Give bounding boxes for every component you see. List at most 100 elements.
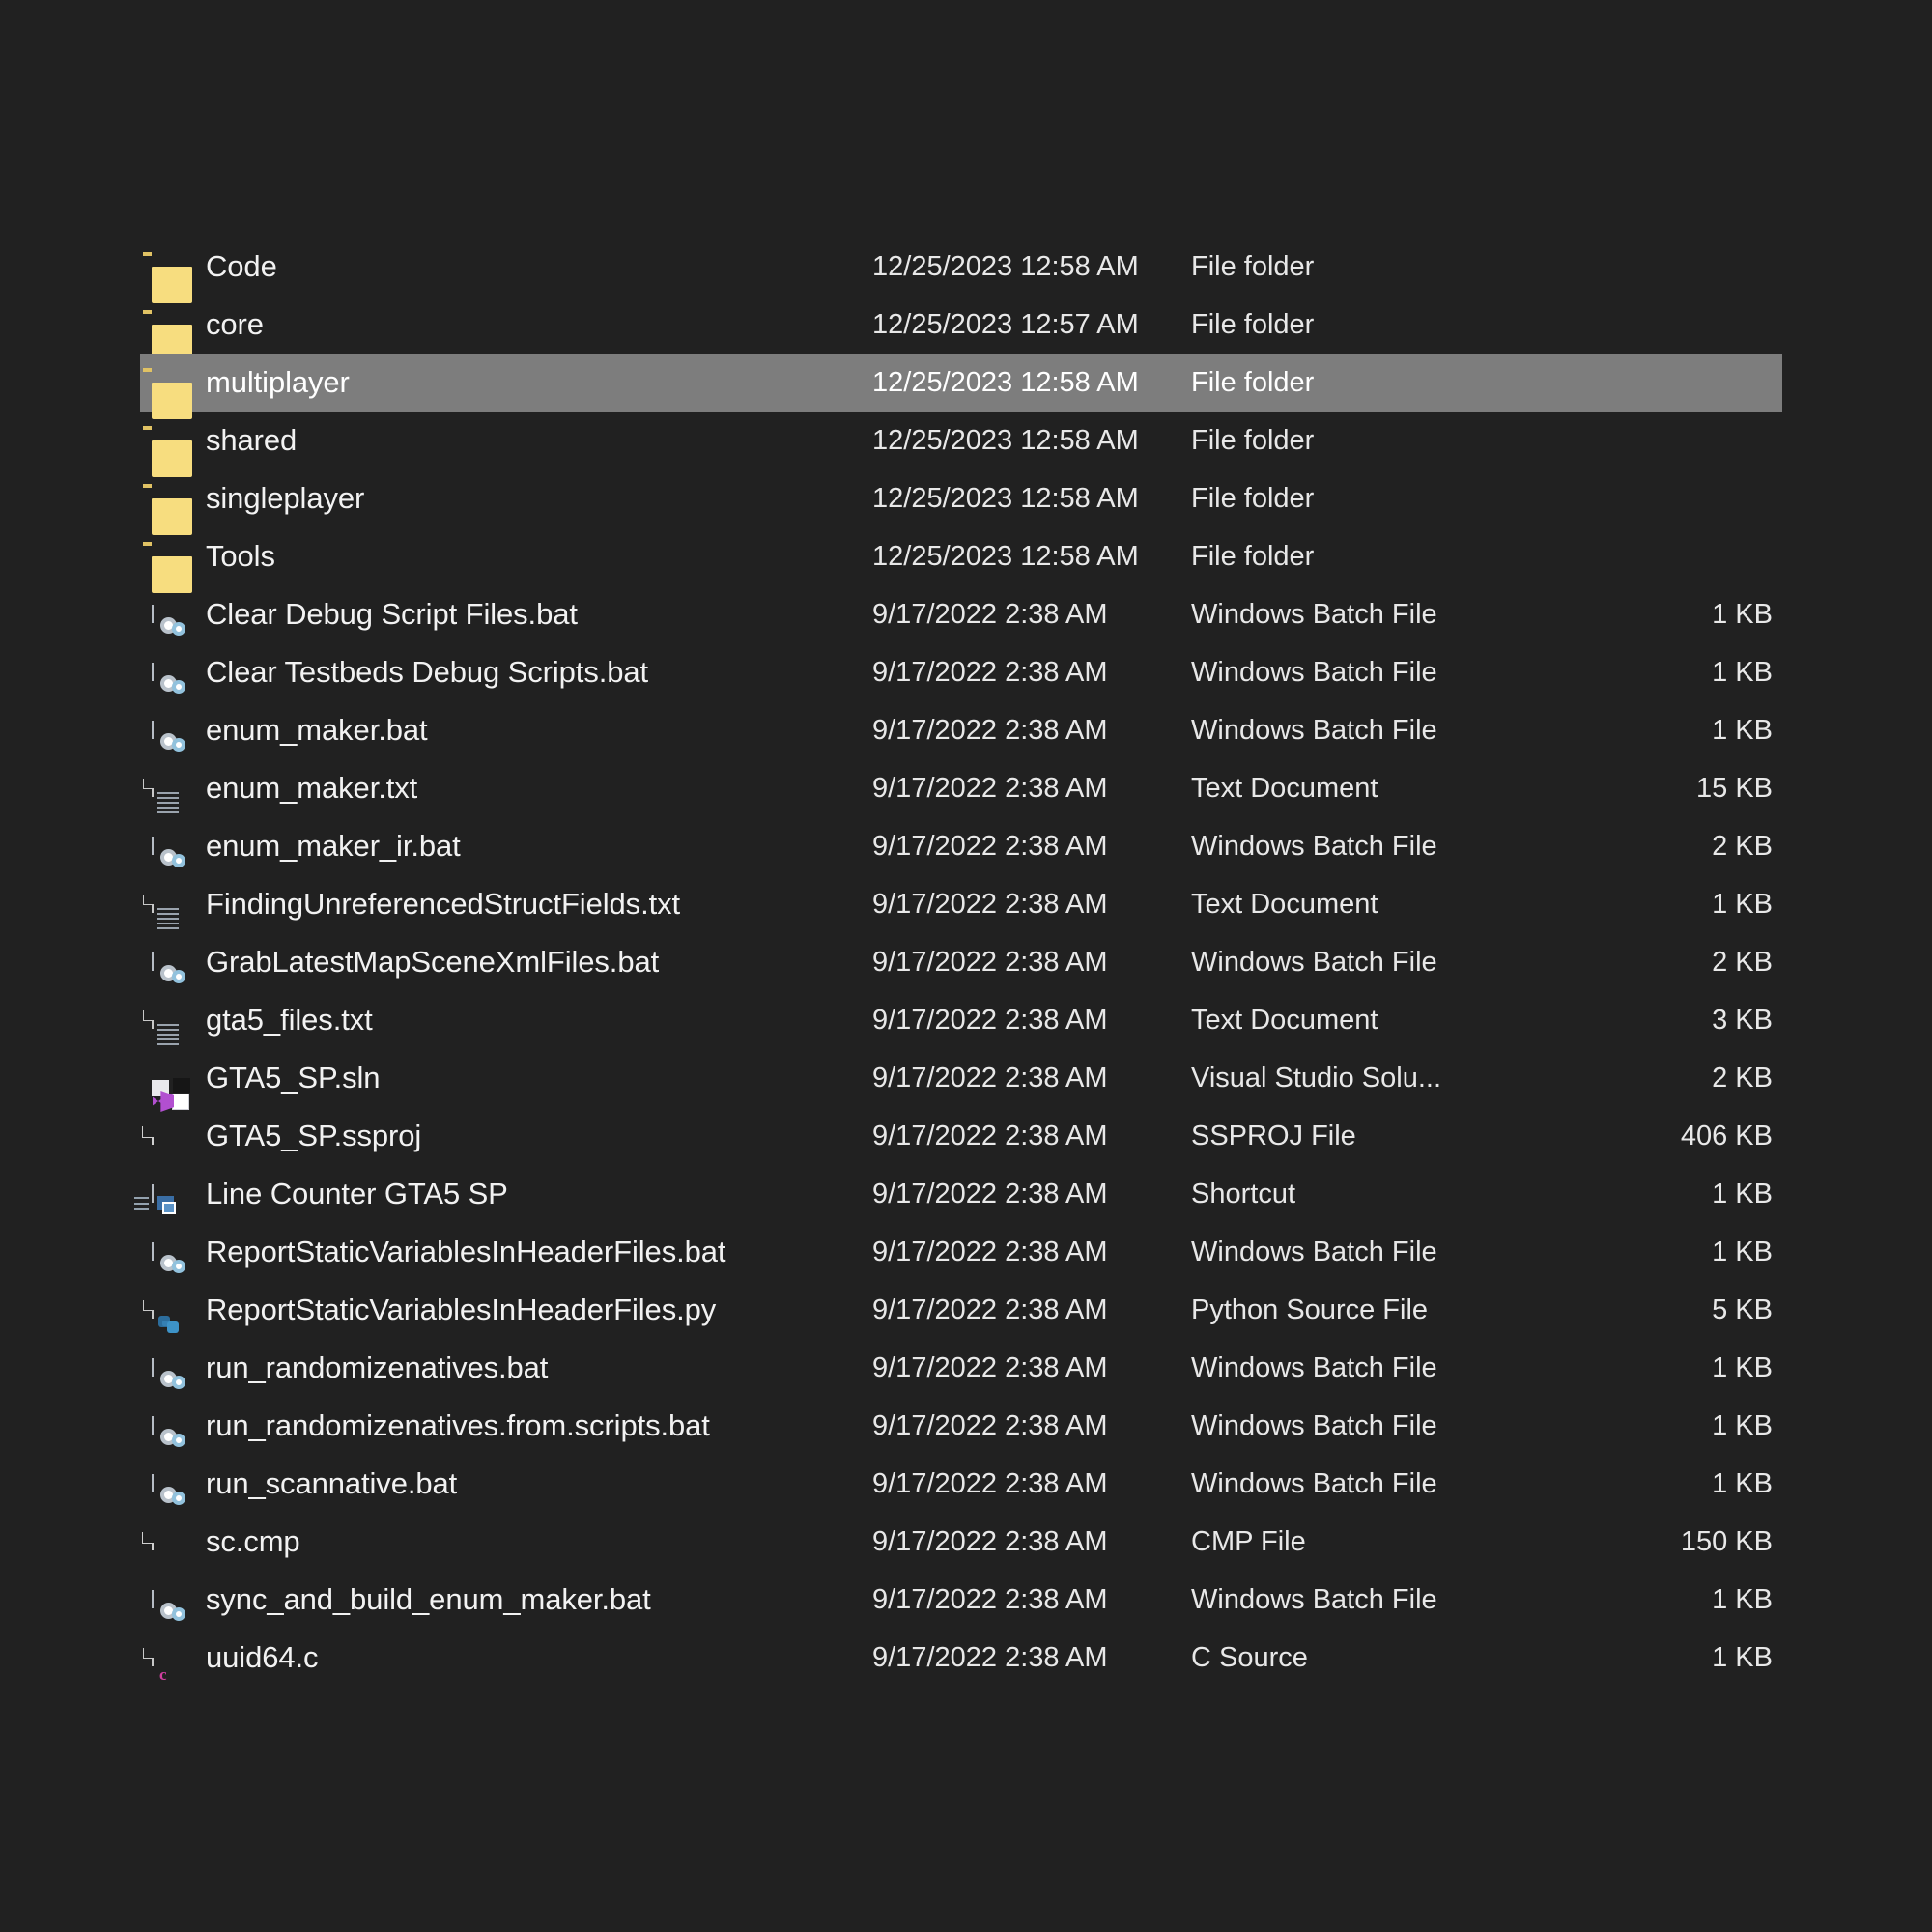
file-name[interactable]: gta5_files.txt (206, 1002, 872, 1038)
file-date-modified: 9/17/2022 2:38 AM (872, 947, 1108, 978)
file-row[interactable]: FindingUnreferencedStructFields.txt 9/17/… (140, 875, 1782, 933)
file-row[interactable]: GrabLatestMapSceneXmlFiles.bat 9/17/2022 … (140, 933, 1782, 991)
file-icon-cell: c (143, 1635, 206, 1683)
file-date-modified: 12/25/2023 12:58 AM (872, 251, 1139, 282)
file-row[interactable]: sync_and_build_enum_maker.bat 9/17/2022 2… (140, 1571, 1782, 1629)
file-name[interactable]: uuid64.c (206, 1639, 872, 1676)
file-type: Text Document (1191, 1005, 1378, 1036)
file-date-modified: 9/17/2022 2:38 AM (872, 1468, 1108, 1499)
file-name[interactable]: sc.cmp (206, 1523, 872, 1560)
file-row[interactable]: GTA5_SP.sln 9/17/2022 2:38 AM Visual Studi… (140, 1049, 1782, 1112)
file-date-modified: 9/17/2022 2:38 AM (872, 1179, 1108, 1209)
file-row[interactable]: enum_maker.txt 9/17/2022 2:38 AM Text Docu… (140, 759, 1782, 817)
file-icon-cell (143, 418, 206, 477)
file-size: 1 KB (1712, 1236, 1773, 1267)
file-type: Windows Batch File (1191, 599, 1437, 630)
file-name[interactable]: Tools (206, 538, 872, 575)
file-date-modified: 9/17/2022 2:38 AM (872, 1294, 1108, 1325)
file-name[interactable]: Line Counter GTA5 SP (206, 1176, 872, 1212)
file-name[interactable]: FindingUnreferencedStructFields.txt (206, 886, 872, 923)
file-size: 1 KB (1712, 1352, 1773, 1383)
file-name[interactable]: singleplayer (206, 480, 872, 517)
file-row[interactable]: Code 12/25/2023 12:58 AM File folder (140, 238, 1782, 303)
file-row[interactable]: Tools 12/25/2023 12:58 AM File folder (140, 527, 1782, 593)
file-type: Windows Batch File (1191, 1352, 1437, 1383)
file-name[interactable]: run_randomizenatives.bat (206, 1350, 872, 1386)
file-type: Text Document (1191, 773, 1378, 804)
file-type: Visual Studio Solu... (1191, 1063, 1442, 1094)
file-type: File folder (1191, 425, 1315, 456)
file-date-modified: 12/25/2023 12:58 AM (872, 541, 1139, 572)
c-source-file-icon: c (143, 1648, 167, 1683)
file-name[interactable]: Clear Debug Script Files.bat (206, 596, 872, 633)
file-row[interactable]: run_scannative.bat 9/17/2022 2:38 AM Windo… (140, 1455, 1782, 1513)
file-row[interactable]: multiplayer 12/25/2023 12:58 AM File folde… (140, 354, 1782, 419)
file-date-modified: 9/17/2022 2:38 AM (872, 773, 1108, 804)
batch-file-icon (152, 1474, 185, 1505)
c-letter-glyph: c (159, 1665, 167, 1684)
file-name[interactable]: multiplayer (206, 364, 872, 401)
file-name[interactable]: GTA5_SP.sln (206, 1060, 872, 1096)
file-name[interactable]: enum_maker.txt (206, 770, 872, 807)
file-name[interactable]: run_randomizenatives.from.scripts.bat (206, 1407, 872, 1444)
file-size: 1 KB (1712, 657, 1773, 688)
file-row[interactable]: enum_maker_ir.bat 9/17/2022 2:38 AM Window… (140, 817, 1782, 875)
file-row[interactable]: run_randomizenatives.bat 9/17/2022 2:38 A… (140, 1339, 1782, 1397)
file-list[interactable]: Code 12/25/2023 12:58 AM File folder core 12… (134, 238, 1782, 1687)
blank-file-icon (142, 1532, 154, 1550)
file-name[interactable]: run_scannative.bat (206, 1465, 872, 1502)
file-row[interactable]: gta5_files.txt 9/17/2022 2:38 AM Text Docu… (140, 991, 1782, 1049)
file-date-modified: 9/17/2022 2:38 AM (872, 889, 1108, 920)
file-icon-cell (143, 998, 206, 1045)
file-row[interactable]: c uuid64.c 9/17/2022 2:38 AM C Source 1 KB (140, 1629, 1782, 1687)
batch-file-icon (152, 952, 185, 983)
file-name[interactable]: GrabLatestMapSceneXmlFiles.bat (206, 944, 872, 980)
file-icon-cell (143, 882, 206, 929)
file-size: 1 KB (1712, 1584, 1773, 1615)
file-name[interactable]: enum_maker_ir.bat (206, 828, 872, 865)
file-date-modified: 9/17/2022 2:38 AM (872, 1526, 1108, 1557)
solution-badge-icon (173, 1078, 190, 1093)
file-type: Shortcut (1191, 1179, 1295, 1209)
file-icon-cell (152, 1404, 206, 1448)
file-name[interactable]: shared (206, 422, 872, 459)
file-name[interactable]: GTA5_SP.ssproj (206, 1118, 872, 1154)
file-type: Windows Batch File (1191, 1584, 1437, 1615)
file-icon-cell (143, 302, 206, 361)
file-type: Windows Batch File (1191, 947, 1437, 978)
file-icon-cell (142, 1520, 206, 1564)
file-name[interactable]: Code (206, 248, 872, 285)
file-name[interactable]: sync_and_build_enum_maker.bat (206, 1581, 872, 1618)
file-size: 1 KB (1712, 889, 1773, 920)
file-row[interactable]: Line Counter GTA5 SP 9/17/2022 2:38 AM Sho… (134, 1165, 1782, 1223)
file-row[interactable]: singleplayer 12/25/2023 12:58 AM File fold… (140, 469, 1782, 535)
blank-file-icon (142, 1126, 154, 1145)
file-name[interactable]: ReportStaticVariablesInHeaderFiles.py (206, 1292, 872, 1328)
file-name[interactable]: Clear Testbeds Debug Scripts.bat (206, 654, 872, 691)
file-size: 1 KB (1712, 1410, 1773, 1441)
file-row[interactable]: enum_maker.bat 9/17/2022 2:38 AM Windows B… (140, 701, 1782, 759)
file-size: 1 KB (1712, 1179, 1773, 1209)
batch-file-icon (152, 605, 185, 636)
file-row[interactable]: ReportStaticVariablesInHeaderFiles.py 9/1… (140, 1281, 1782, 1339)
file-explorer-details-view: Code 12/25/2023 12:58 AM File folder core 12… (0, 0, 1932, 1932)
file-name[interactable]: ReportStaticVariablesInHeaderFiles.bat (206, 1234, 872, 1270)
file-icon-cell (134, 1172, 206, 1216)
batch-file-icon (152, 1416, 185, 1447)
file-size: 1 KB (1712, 599, 1773, 630)
file-row[interactable]: Clear Debug Script Files.bat 9/17/2022 2:… (140, 585, 1782, 643)
file-name[interactable]: core (206, 306, 872, 343)
file-row[interactable]: run_randomizenatives.from.scripts.bat 9/1… (140, 1397, 1782, 1455)
file-row[interactable]: sc.cmp 9/17/2022 2:38 AM CMP File 150 KB (140, 1513, 1782, 1571)
file-row[interactable]: ReportStaticVariablesInHeaderFiles.bat 9/… (140, 1223, 1782, 1281)
text-document-icon (143, 779, 179, 813)
file-name[interactable]: enum_maker.bat (206, 712, 872, 749)
file-row[interactable]: GTA5_SP.ssproj 9/17/2022 2:38 AM SSPROJ Fi… (140, 1107, 1782, 1165)
file-row[interactable]: core 12/25/2023 12:57 AM File folder (140, 296, 1782, 361)
batch-file-icon (152, 1590, 185, 1621)
file-row[interactable]: Clear Testbeds Debug Scripts.bat 9/17/202… (140, 643, 1782, 701)
batch-file-icon (152, 1242, 185, 1273)
file-size: 15 KB (1696, 773, 1773, 804)
python-file-icon (143, 1300, 179, 1333)
file-row[interactable]: shared 12/25/2023 12:58 AM File folder (140, 412, 1782, 477)
